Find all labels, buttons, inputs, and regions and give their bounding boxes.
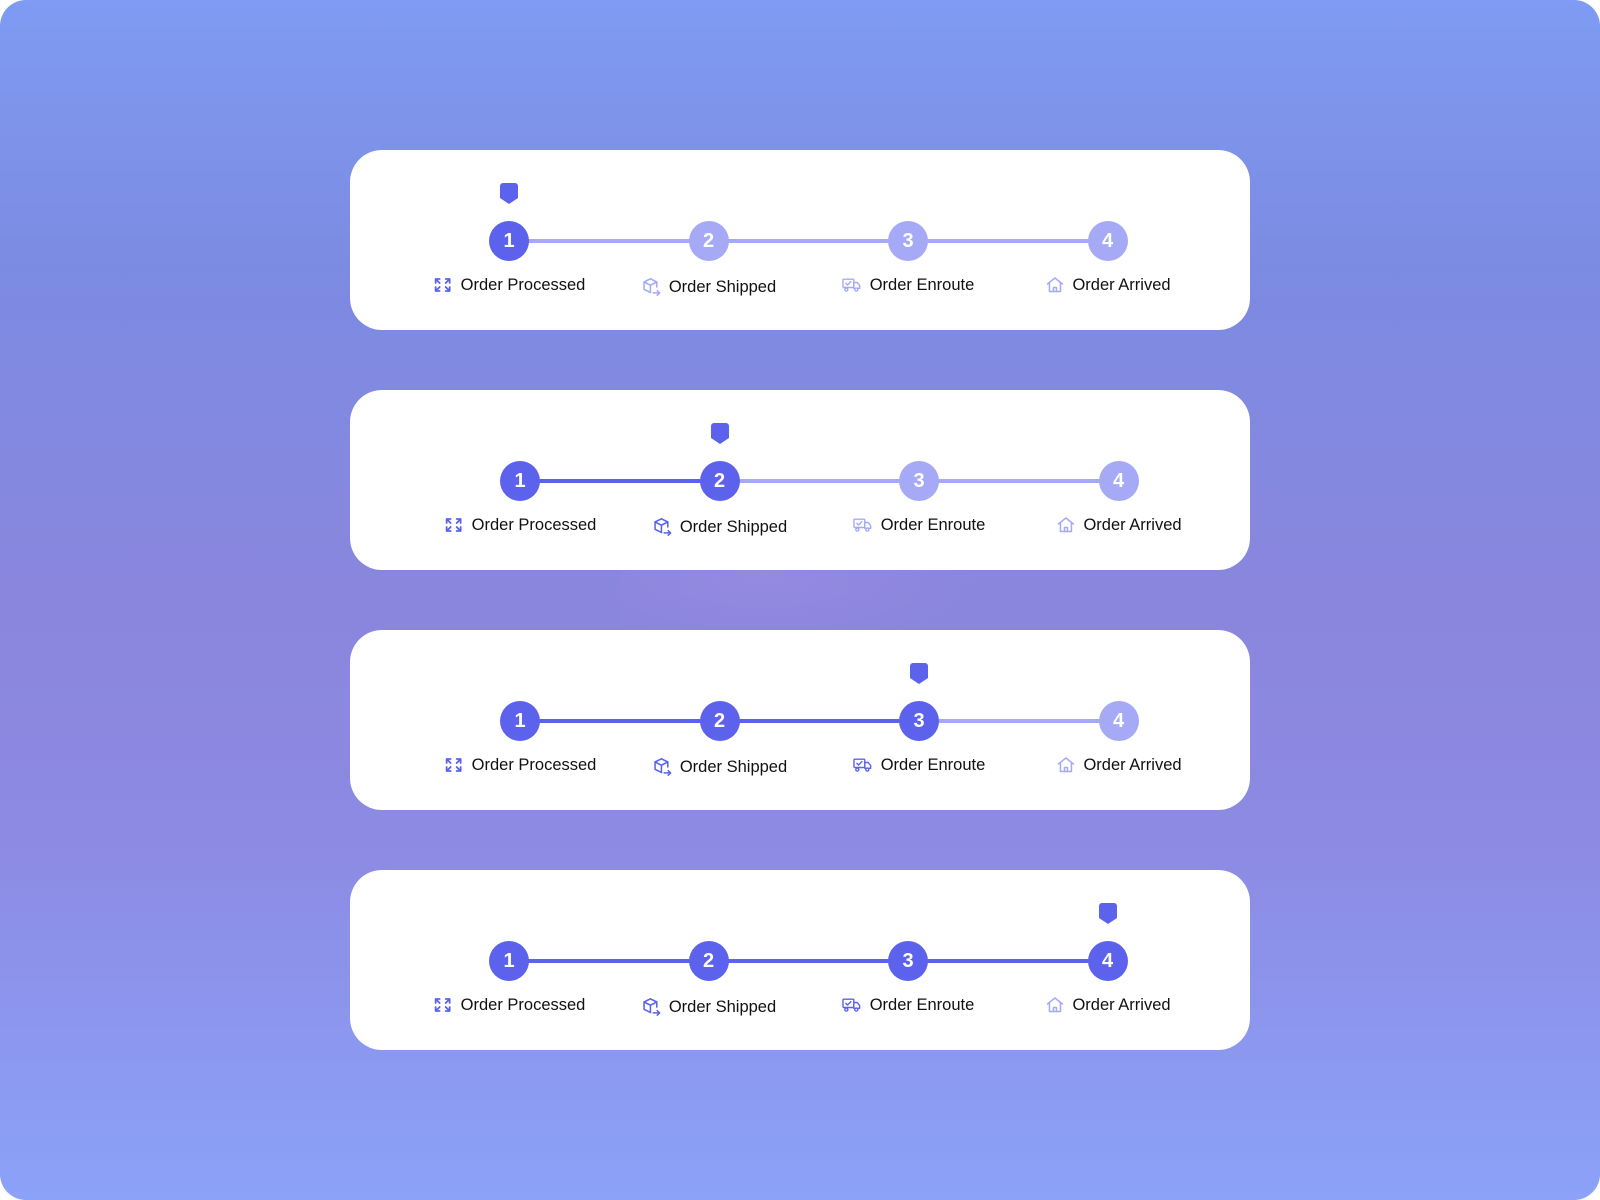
step-circle-3[interactable]: 3 (888, 221, 928, 261)
home-icon (1044, 275, 1064, 295)
current-step-marker-icon (710, 423, 729, 445)
order-tracker-card-4: 1 Order Processed 2 Order Shipped 3 Order Enr… (350, 870, 1250, 1050)
order-tracker-card-2: 1 Order Processed 2 Order Shipped 3 Order Enr… (350, 390, 1250, 570)
processing-arrows-icon (444, 755, 464, 775)
step-label-3: Order Enroute (853, 513, 986, 537)
order-tracker: 1 Order Processed 2 Order Shipped 3 Order Enr… (350, 870, 1250, 1050)
current-step-marker-icon (910, 663, 928, 685)
progress-connector-1-2 (520, 479, 720, 483)
progress-connector-2-3 (708, 959, 908, 963)
step-circle-4[interactable]: 4 (1087, 221, 1128, 261)
step-label-4: Order Arrived (1055, 513, 1182, 537)
step-label-text: Order Arrived (1083, 755, 1182, 774)
step-label-text: Order Shipped (679, 757, 788, 776)
step-label-1: Order Processed (444, 513, 597, 537)
progress-connector-3-4 (919, 719, 1119, 723)
step-circle-4[interactable]: 4 (1098, 461, 1139, 501)
order-tracker-card-3: 1 Order Processed 2 Order Shipped 3 Order Enr… (350, 630, 1250, 810)
step-label-text: Order Arrived (1072, 275, 1171, 294)
processing-arrows-icon (433, 995, 453, 1015)
package-shipped-icon (652, 757, 672, 777)
order-tracker: 1 Order Processed 2 Order Shipped 3 Order Enr… (350, 390, 1250, 570)
home-icon (1055, 515, 1075, 535)
step-circle-2[interactable]: 2 (699, 461, 740, 501)
step-label-4: Order Arrived (1044, 993, 1171, 1017)
step-label-text: Order Shipped (668, 997, 777, 1016)
step-label-text: Order Processed (471, 755, 597, 774)
current-step-marker-icon (1098, 903, 1117, 925)
current-step-marker-icon (500, 183, 518, 205)
step-circle-2[interactable]: 2 (688, 941, 729, 981)
step-label-text: Order Processed (471, 515, 597, 534)
step-circle-4[interactable]: 4 (1087, 941, 1128, 981)
step-label-text: Order Enroute (880, 755, 986, 774)
package-shipped-icon (641, 277, 661, 297)
delivery-truck-icon (842, 995, 862, 1015)
step-circle-2[interactable]: 2 (699, 701, 740, 741)
step-circle-4[interactable]: 4 (1098, 701, 1139, 741)
progress-connector-1-2 (509, 239, 709, 243)
step-label-1: Order Processed (433, 273, 586, 297)
step-circle-2[interactable]: 2 (688, 221, 729, 261)
package-shipped-icon (652, 517, 672, 537)
step-label-2: Order Shipped (652, 515, 787, 539)
step-label-1: Order Processed (433, 993, 586, 1017)
step-circle-1[interactable]: 1 (500, 701, 540, 741)
delivery-truck-icon (853, 755, 873, 775)
step-circle-3[interactable]: 3 (899, 461, 939, 501)
step-label-2: Order Shipped (641, 275, 776, 299)
package-shipped-icon (641, 997, 661, 1017)
progress-connector-2-3 (719, 719, 919, 723)
step-label-2: Order Shipped (652, 755, 787, 779)
progress-connector-1-2 (509, 959, 709, 963)
step-circle-3[interactable]: 3 (899, 701, 939, 741)
step-label-text: Order Enroute (869, 275, 975, 294)
step-label-3: Order Enroute (842, 993, 975, 1017)
step-label-1: Order Processed (444, 753, 597, 777)
processing-arrows-icon (433, 275, 453, 295)
home-icon (1044, 995, 1064, 1015)
step-label-text: Order Arrived (1072, 995, 1171, 1014)
step-label-text: Order Processed (460, 995, 586, 1014)
delivery-truck-icon (853, 515, 873, 535)
step-label-4: Order Arrived (1044, 273, 1171, 297)
step-label-text: Order Enroute (869, 995, 975, 1014)
step-circle-1[interactable]: 1 (500, 461, 540, 501)
step-label-3: Order Enroute (853, 753, 986, 777)
progress-connector-1-2 (520, 719, 720, 723)
step-circle-3[interactable]: 3 (888, 941, 928, 981)
order-tracker: 1 Order Processed 2 Order Shipped 3 Order Enr… (350, 150, 1250, 330)
background: 1 Order Processed 2 Order Shipped 3 Order Enr… (0, 0, 1600, 1200)
progress-connector-3-4 (908, 959, 1108, 963)
step-label-text: Order Processed (460, 275, 586, 294)
step-label-text: Order Shipped (679, 517, 788, 536)
step-label-text: Order Enroute (880, 515, 986, 534)
step-label-text: Order Shipped (668, 277, 777, 296)
order-tracker-card-1: 1 Order Processed 2 Order Shipped 3 Order Enr… (350, 150, 1250, 330)
order-tracker: 1 Order Processed 2 Order Shipped 3 Order Enr… (350, 630, 1250, 810)
progress-connector-2-3 (708, 239, 908, 243)
step-circle-1[interactable]: 1 (489, 941, 529, 981)
step-circle-1[interactable]: 1 (489, 221, 529, 261)
step-label-3: Order Enroute (842, 273, 975, 297)
step-label-text: Order Arrived (1083, 515, 1182, 534)
progress-connector-2-3 (719, 479, 919, 483)
step-label-2: Order Shipped (641, 995, 776, 1019)
step-label-4: Order Arrived (1055, 753, 1182, 777)
progress-connector-3-4 (908, 239, 1108, 243)
processing-arrows-icon (444, 515, 464, 535)
progress-connector-3-4 (919, 479, 1119, 483)
delivery-truck-icon (842, 275, 862, 295)
home-icon (1055, 755, 1075, 775)
